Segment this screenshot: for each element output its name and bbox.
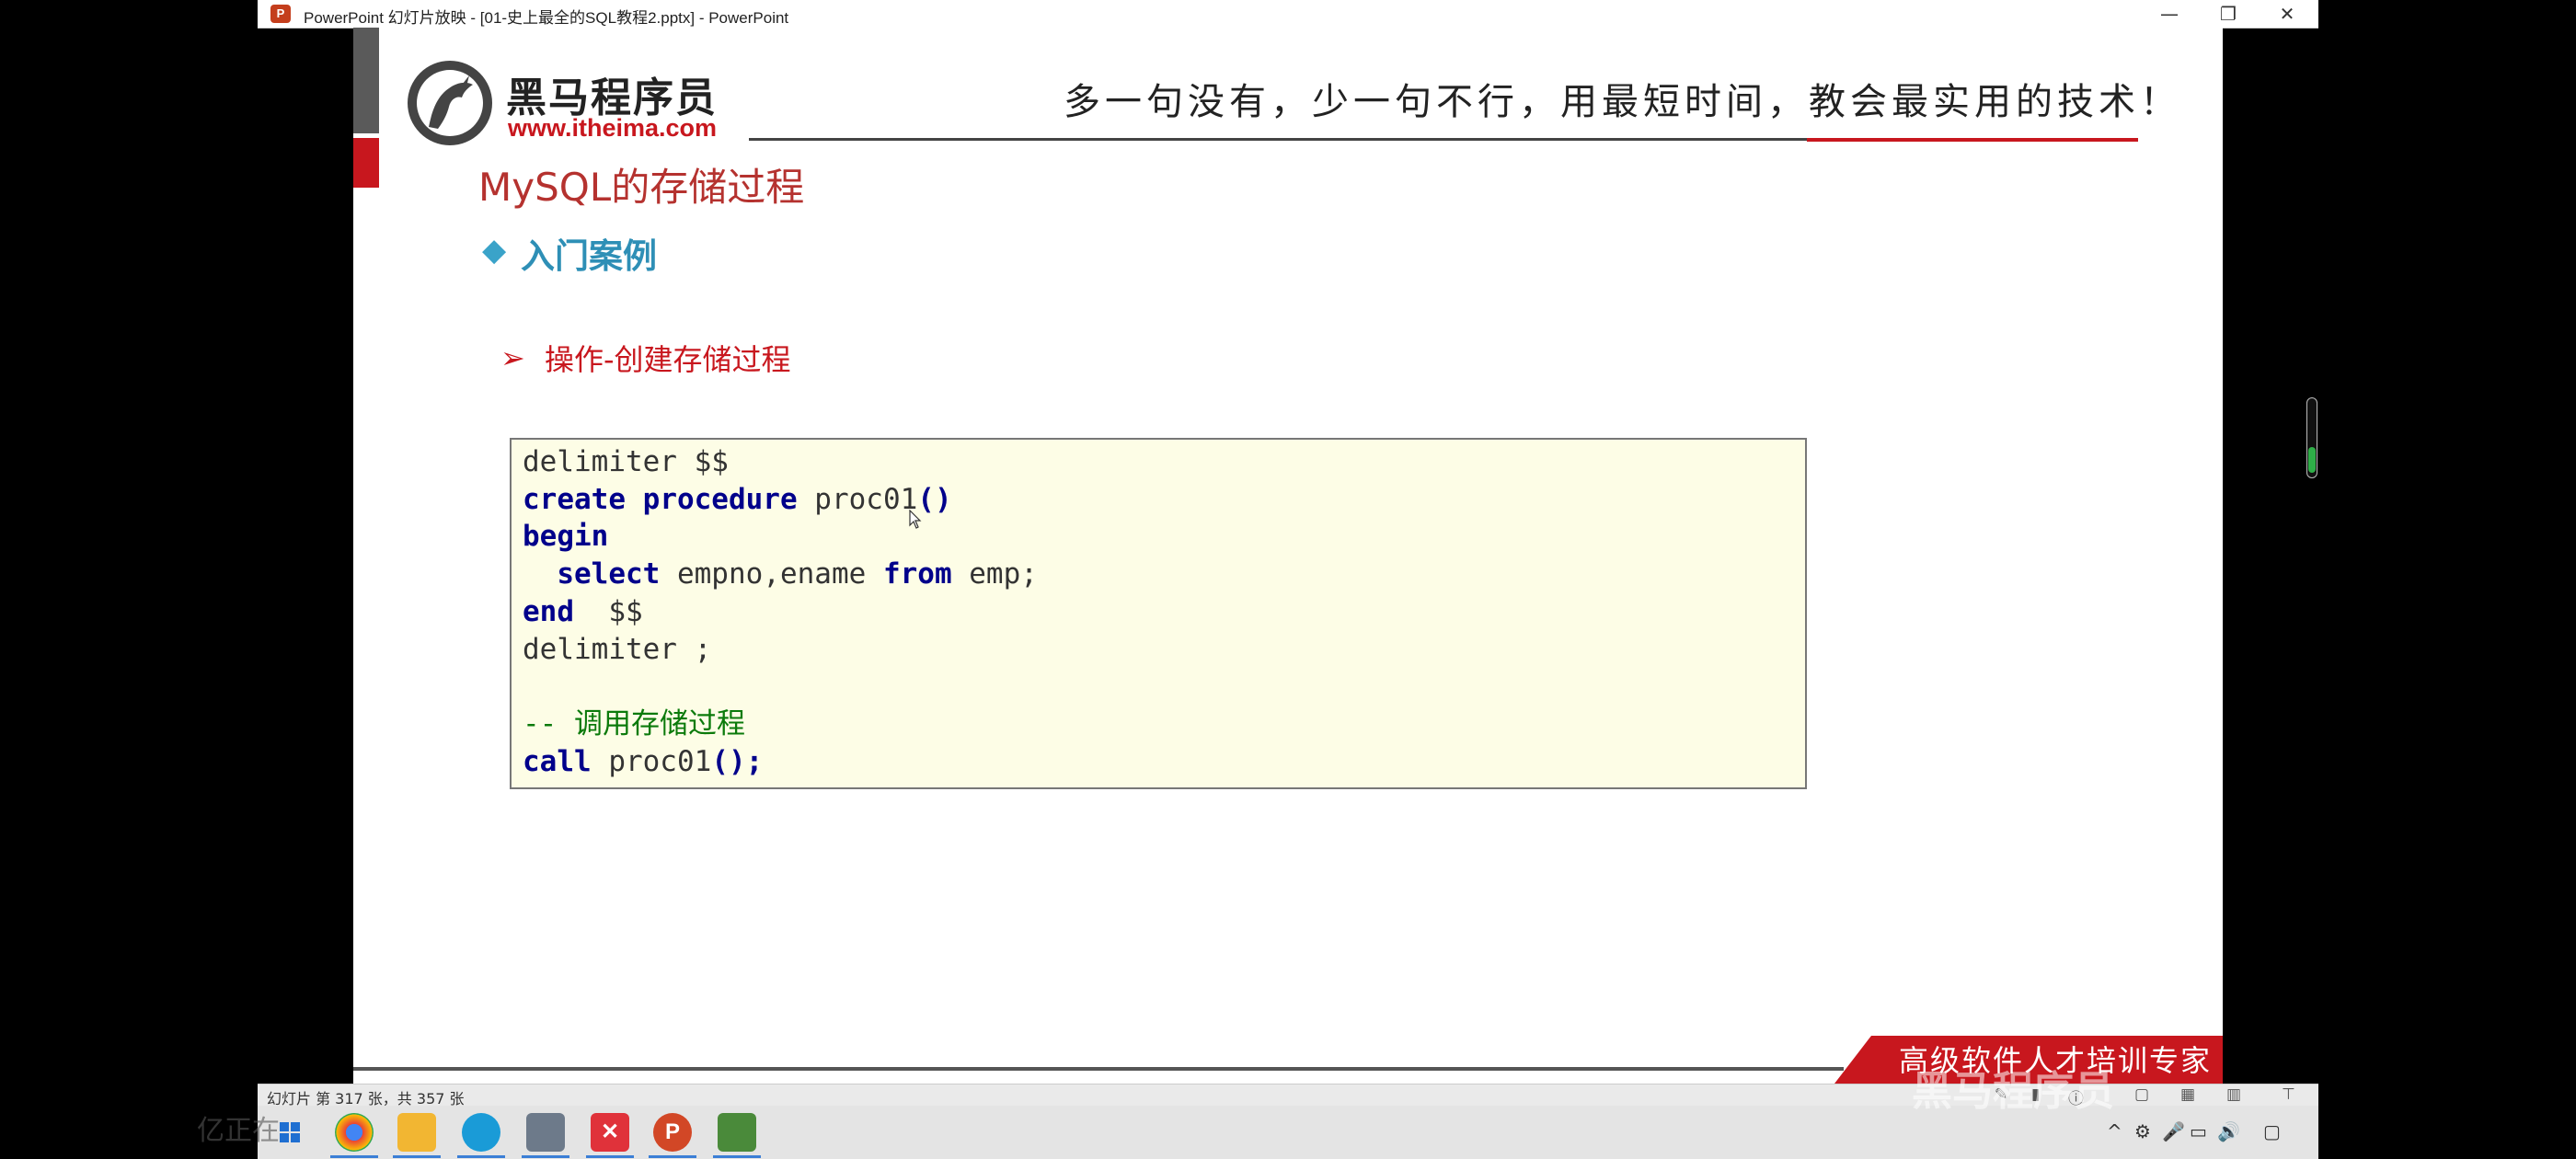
header-divider	[749, 138, 1807, 141]
code-token: delimiter ;	[523, 632, 712, 666]
subheading: 操作-创建存储过程	[545, 342, 791, 377]
code-keyword: procedure	[642, 482, 798, 516]
slogan: 多一句没有，少一句不行，用最短时间，教会最实用的技术！	[1064, 81, 2181, 123]
code-block: delimiter $$ create procedure proc01() b…	[510, 438, 1807, 789]
image-viewer-icon[interactable]	[526, 1113, 565, 1152]
diamond-bullet-icon: ◆	[482, 232, 507, 269]
powerpoint-taskbar-icon[interactable]: P	[653, 1113, 692, 1152]
normal-view-icon[interactable]: ▢	[2134, 1085, 2149, 1104]
overlay-ghost-text: 亿正在	[197, 1115, 280, 1147]
code-comment: -- 调用存储过程	[523, 706, 745, 740]
code-keyword: call	[523, 744, 592, 778]
explorer-active-indicator	[393, 1155, 441, 1158]
code-keyword: begin	[523, 520, 609, 554]
header-divider-accent	[1807, 138, 2138, 142]
browser-icon[interactable]	[462, 1113, 500, 1152]
mouse-cursor-icon	[909, 510, 922, 529]
powerpoint-app-icon: P	[270, 5, 291, 23]
code-token: emp;	[951, 557, 1038, 591]
brand-url: www.itheima.com	[508, 114, 718, 142]
code-keyword: from	[882, 557, 952, 591]
minimize-button[interactable]: —	[2140, 0, 2199, 28]
footer-divider	[353, 1067, 1844, 1071]
microphone-icon[interactable]: 🎤	[2162, 1120, 2185, 1142]
browser-active-indicator	[457, 1155, 505, 1158]
decor-bar-dark	[353, 28, 379, 133]
volume-icon[interactable]: 🔊	[2217, 1120, 2240, 1142]
video-watermark: 黑马程序员	[1912, 1068, 2114, 1115]
viewer-active-indicator	[522, 1155, 569, 1158]
tray-settings-icon[interactable]: ⚙	[2134, 1120, 2151, 1142]
title-bar[interactable]: P PowerPoint 幻灯片放映 - [01-史上最全的SQL教程2.ppt…	[258, 0, 2318, 29]
restore-button[interactable]: ❐	[2199, 0, 2258, 28]
code-token: $$	[574, 594, 643, 628]
powerpoint-window: P PowerPoint 幻灯片放映 - [01-史上最全的SQL教程2.ppt…	[258, 0, 2318, 1159]
code-token: proc01	[591, 744, 712, 778]
slide-sorter-icon[interactable]: ▦	[2180, 1085, 2195, 1104]
chrome-active-indicator	[330, 1155, 378, 1158]
code-keyword: end	[523, 594, 574, 628]
editor-active-indicator	[713, 1155, 761, 1158]
powerpoint-active-indicator	[649, 1155, 696, 1158]
code-keyword: ();	[711, 744, 764, 778]
xmind-icon[interactable]: ✕	[591, 1113, 629, 1152]
code-text: delimiter $$ create procedure proc01() b…	[523, 443, 1038, 780]
chrome-icon[interactable]	[335, 1113, 374, 1152]
code-keyword: create	[523, 482, 626, 516]
slide-scrollbar-thumb[interactable]	[2308, 447, 2316, 473]
windows-start-icon[interactable]	[280, 1122, 300, 1142]
slide-title: MySQL的存储过程	[478, 165, 805, 210]
horse-logo-icon	[408, 61, 492, 145]
window-title: PowerPoint 幻灯片放映 - [01-史上最全的SQL教程2.pptx]…	[304, 9, 789, 27]
slideshow-icon[interactable]: ⊤	[2282, 1085, 2295, 1104]
battery-icon[interactable]: ▭	[2190, 1120, 2207, 1142]
code-token: delimiter $$	[523, 445, 729, 478]
tray-expand-icon[interactable]: ^	[2107, 1120, 2122, 1142]
xmind-active-indicator	[586, 1155, 634, 1158]
decor-bar-red	[353, 138, 379, 188]
slide-canvas[interactable]: 黑马程序员 www.itheima.com 多一句没有，少一句不行，用最短时间，…	[353, 28, 2223, 1084]
arrow-bullet-icon: ➢	[500, 340, 525, 375]
code-token: empno,ename	[660, 557, 883, 591]
close-button[interactable]: ✕	[2258, 0, 2317, 28]
code-keyword: select	[557, 557, 661, 591]
editor-icon[interactable]	[718, 1113, 756, 1152]
section-heading: 入门案例	[521, 236, 657, 276]
notification-icon[interactable]: ▢	[2263, 1120, 2281, 1142]
code-keyword: ()	[917, 482, 952, 516]
file-explorer-icon[interactable]	[397, 1113, 436, 1152]
reading-view-icon[interactable]: ▥	[2226, 1085, 2241, 1104]
code-token: proc01	[797, 482, 918, 516]
